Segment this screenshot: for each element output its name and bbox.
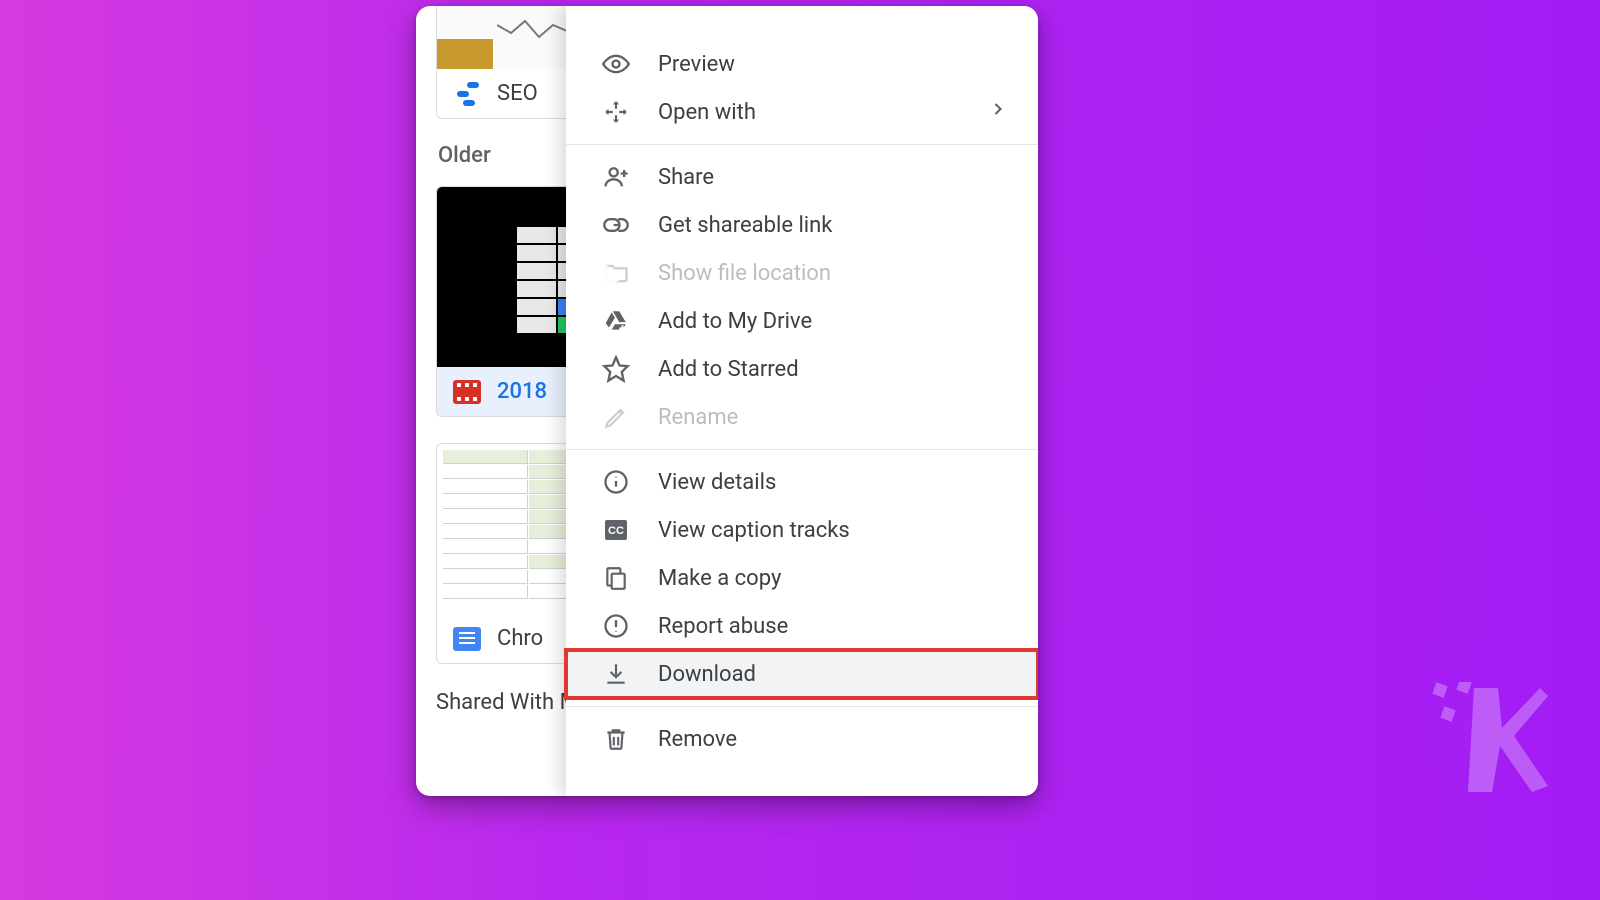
eye-icon [602,50,630,78]
person-add-icon [602,163,630,191]
menu-item-label: Make a copy [658,566,781,591]
drive-panel: SEO Older 2018 [416,6,1038,796]
menu-item-add-to-drive[interactable]: Add to My Drive [566,297,1038,345]
menu-divider [566,449,1038,450]
menu-item-label: View details [658,470,776,495]
menu-item-label: Add to Starred [658,357,799,382]
context-menu: Preview Open with Share Get shareable li… [566,6,1038,796]
menu-item-label: Rename [658,405,738,430]
cc-icon: CC [602,516,630,544]
docs-file-icon [453,627,481,651]
menu-item-label: Show file location [658,261,831,286]
menu-item-label: Remove [658,727,737,752]
trash-icon [602,725,630,753]
menu-item-report-abuse[interactable]: Report abuse [566,602,1038,650]
star-icon [602,355,630,383]
video-file-icon [453,380,481,404]
file-name: 2018 [497,379,547,404]
menu-item-label: Open with [658,100,756,125]
menu-item-label: Preview [658,52,735,77]
menu-item-view-details[interactable]: View details [566,458,1038,506]
menu-item-preview[interactable]: Preview [566,40,1038,88]
report-icon [602,612,630,640]
menu-item-remove[interactable]: Remove [566,715,1038,763]
copy-icon [602,564,630,592]
menu-divider [566,706,1038,707]
menu-item-label: Add to My Drive [658,309,812,334]
menu-item-view-captions[interactable]: CC View caption tracks [566,506,1038,554]
download-icon [602,660,630,688]
menu-item-label: Get shareable link [658,213,832,238]
data-studio-icon [453,82,481,106]
menu-item-download[interactable]: Download [566,650,1038,698]
file-name: Chro [497,626,543,651]
svg-text:CC: CC [608,525,624,537]
menu-item-show-location: Show file location [566,249,1038,297]
link-icon [602,211,630,239]
menu-item-make-copy[interactable]: Make a copy [566,554,1038,602]
menu-item-add-to-starred[interactable]: Add to Starred [566,345,1038,393]
menu-item-share[interactable]: Share [566,153,1038,201]
menu-item-rename: Rename [566,393,1038,441]
menu-item-label: Report abuse [658,614,788,639]
menu-item-open-with[interactable]: Open with [566,88,1038,136]
menu-item-get-link[interactable]: Get shareable link [566,201,1038,249]
open-with-icon [602,98,630,126]
chevron-right-icon [988,99,1008,125]
info-icon [602,468,630,496]
drive-add-icon [602,307,630,335]
pencil-icon [602,403,630,431]
file-name: SEO [497,81,538,106]
play-icon [588,253,624,301]
watermark-logo [1428,682,1548,792]
menu-item-label: Download [658,662,756,687]
menu-divider [566,144,1038,145]
menu-item-label: Share [658,165,714,190]
menu-item-label: View caption tracks [658,518,850,543]
